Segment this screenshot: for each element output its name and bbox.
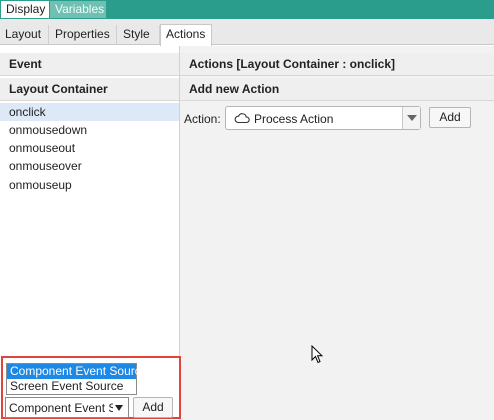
option-component-event-source[interactable]: Component Event Source — [7, 364, 147, 379]
chevron-down-icon[interactable] — [402, 107, 420, 129]
dropdown-arrow-icon[interactable] — [115, 405, 123, 411]
layout-container-header: Layout Container — [0, 78, 179, 101]
tab-properties[interactable]: Properties — [50, 25, 117, 45]
action-select-value: Process Action — [254, 112, 334, 126]
option-screen-event-source[interactable]: Screen Event Source — [7, 379, 136, 394]
event-source-value: Component Event Source — [9, 401, 113, 415]
mouse-cursor-icon — [311, 344, 324, 367]
tab-style[interactable]: Style — [118, 25, 160, 45]
event-item-onmouseover[interactable]: onmouseover — [0, 157, 179, 175]
tab-variables[interactable]: Variables — [50, 1, 106, 18]
tab-display[interactable]: Display — [1, 1, 49, 18]
event-source-select[interactable]: Component Event Source — [5, 397, 129, 418]
sub-tab-bar: Layout Properties Style Actions — [0, 19, 494, 46]
event-header: Event — [0, 53, 179, 76]
actions-panel: Actions [Layout Container : onclick] Add… — [180, 46, 494, 420]
action-select[interactable]: Process Action — [225, 106, 421, 130]
tab-layout[interactable]: Layout — [0, 25, 49, 45]
add-action-button[interactable]: Add — [429, 107, 471, 128]
event-item-onmouseup[interactable]: onmouseup — [0, 176, 179, 194]
event-item-onmousedown[interactable]: onmousedown — [0, 121, 179, 139]
event-item-onclick[interactable]: onclick — [0, 103, 179, 121]
event-item-onmouseout[interactable]: onmouseout — [0, 139, 179, 157]
actions-header: Actions [Layout Container : onclick] — [180, 53, 494, 76]
action-label: Action: — [184, 112, 221, 126]
event-source-options[interactable]: Component Event Source Screen Event Sour… — [6, 363, 147, 395]
top-tab-bar: Display Variables — [0, 0, 494, 19]
tab-actions[interactable]: Actions — [160, 24, 212, 46]
add-new-action-header: Add new Action — [180, 78, 494, 101]
cloud-icon — [234, 112, 250, 127]
add-event-source-button[interactable]: Add — [133, 397, 173, 418]
